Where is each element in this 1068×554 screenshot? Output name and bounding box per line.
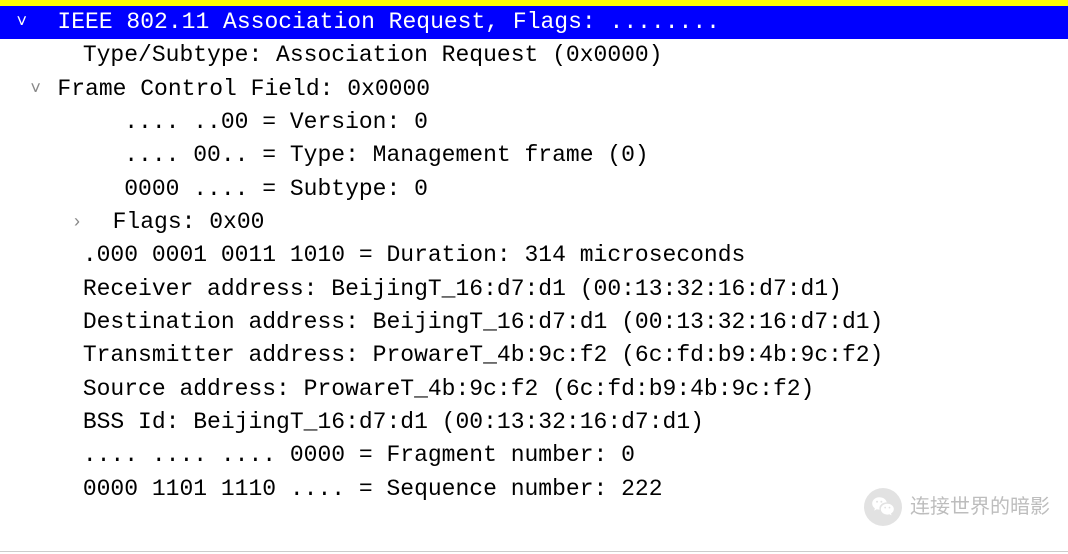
field-source-address[interactable]: Source address: ProwareT_4b:9c:f2 (6c:fd…	[0, 373, 1068, 406]
field-version[interactable]: .... ..00 = Version: 0	[0, 106, 1068, 139]
field-text: 0000 1101 1110 .... = Sequence number: 2…	[83, 476, 663, 502]
field-frame-control[interactable]: ˅ Frame Control Field: 0x0000	[0, 73, 1068, 106]
chevron-right-icon[interactable]: ›	[69, 208, 85, 234]
field-bss-id[interactable]: BSS Id: BeijingT_16:d7:d1 (00:13:32:16:d…	[0, 406, 1068, 439]
watermark: 连接世界的暗影	[864, 488, 1050, 526]
field-transmitter-address[interactable]: Transmitter address: ProwareT_4b:9c:f2 (…	[0, 339, 1068, 372]
field-text: Transmitter address: ProwareT_4b:9c:f2 (…	[83, 342, 884, 368]
field-type[interactable]: .... 00.. = Type: Management frame (0)	[0, 139, 1068, 172]
field-receiver-address[interactable]: Receiver address: BeijingT_16:d7:d1 (00:…	[0, 273, 1068, 306]
field-destination-address[interactable]: Destination address: BeijingT_16:d7:d1 (…	[0, 306, 1068, 339]
field-text: Flags: 0x00	[113, 209, 265, 235]
field-text: Frame Control Field: 0x0000	[57, 76, 430, 102]
field-fragment-number[interactable]: .... .... .... 0000 = Fragment number: 0	[0, 439, 1068, 472]
wechat-icon	[864, 488, 902, 526]
field-text: .000 0001 0011 1010 = Duration: 314 micr…	[83, 242, 746, 268]
field-text: .... ..00 = Version: 0	[124, 109, 428, 135]
field-text: BSS Id: BeijingT_16:d7:d1 (00:13:32:16:d…	[83, 409, 704, 435]
field-text: Type/Subtype: Association Request (0x000…	[83, 42, 663, 68]
protocol-header-text: IEEE 802.11 Association Request, Flags: …	[57, 9, 720, 35]
watermark-text: 连接世界的暗影	[910, 493, 1050, 522]
field-text: Source address: ProwareT_4b:9c:f2 (6c:fd…	[83, 376, 815, 402]
field-text: Receiver address: BeijingT_16:d7:d1 (00:…	[83, 276, 842, 302]
divider	[0, 551, 1068, 552]
field-subtype[interactable]: 0000 .... = Subtype: 0	[0, 173, 1068, 206]
field-duration[interactable]: .000 0001 0011 1010 = Duration: 314 micr…	[0, 239, 1068, 272]
field-text: 0000 .... = Subtype: 0	[124, 176, 428, 202]
field-text: .... 00.. = Type: Management frame (0)	[124, 142, 649, 168]
protocol-header-row[interactable]: ˅ IEEE 802.11 Association Request, Flags…	[0, 6, 1068, 39]
chevron-down-icon[interactable]: ˅	[28, 75, 44, 101]
field-text: .... .... .... 0000 = Fragment number: 0	[83, 442, 635, 468]
field-type-subtype[interactable]: Type/Subtype: Association Request (0x000…	[0, 39, 1068, 72]
field-text: Destination address: BeijingT_16:d7:d1 (…	[83, 309, 884, 335]
field-flags[interactable]: › Flags: 0x00	[0, 206, 1068, 239]
chevron-down-icon[interactable]: ˅	[14, 8, 30, 34]
